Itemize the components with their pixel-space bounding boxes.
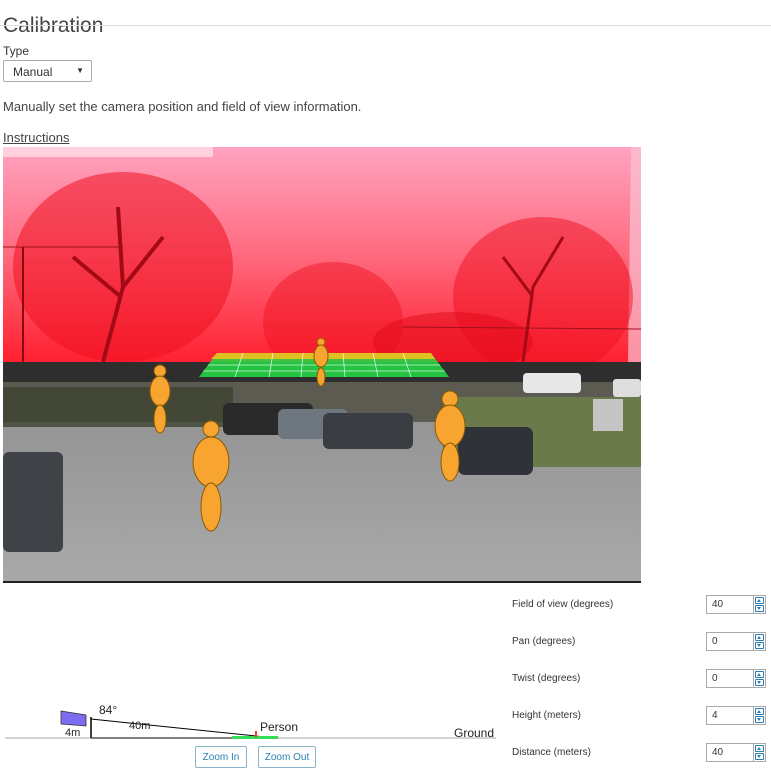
person-marker	[255, 731, 257, 737]
twist-input[interactable]	[706, 669, 753, 688]
ground-label: Ground	[454, 726, 494, 740]
distance-input[interactable]	[706, 743, 753, 762]
page-title: Calibration	[3, 14, 104, 38]
type-label: Type	[3, 44, 30, 58]
type-select[interactable]: Manual ▼	[3, 60, 92, 82]
height-increment-icon[interactable]	[755, 708, 764, 715]
pan-stepper[interactable]	[706, 632, 766, 651]
height-decrement-icon[interactable]	[755, 716, 764, 723]
fov-stepper[interactable]	[706, 595, 766, 614]
distance-label-field: Distance (meters)	[512, 747, 591, 758]
title-divider	[0, 25, 771, 26]
zoom-in-button[interactable]: Zoom In	[195, 746, 247, 768]
zoom-out-button[interactable]: Zoom Out	[258, 746, 316, 768]
fov-increment-icon[interactable]	[755, 597, 764, 604]
instructions-link[interactable]: Instructions	[3, 130, 69, 145]
view-line	[90, 718, 276, 739]
height-label: 4m	[65, 727, 80, 739]
twist-label: Twist (degrees)	[512, 673, 581, 684]
type-select-value: Manual	[13, 65, 53, 79]
height-input[interactable]	[706, 706, 753, 725]
distance-increment-icon[interactable]	[755, 745, 764, 752]
pan-increment-icon[interactable]	[755, 634, 764, 641]
twist-increment-icon[interactable]	[755, 671, 764, 678]
fov-label: Field of view (degrees)	[512, 599, 614, 610]
angle-label: 84°	[99, 703, 117, 717]
distance-decrement-icon[interactable]	[755, 753, 764, 760]
height-stepper[interactable]	[706, 706, 766, 725]
fov-decrement-icon[interactable]	[755, 605, 764, 612]
pan-decrement-icon[interactable]	[755, 642, 764, 649]
twist-stepper[interactable]	[706, 669, 766, 688]
camera-view-image	[3, 147, 641, 581]
pan-input[interactable]	[706, 632, 753, 651]
camera-view[interactable]	[3, 147, 641, 583]
fov-input[interactable]	[706, 595, 753, 614]
twist-decrement-icon[interactable]	[755, 679, 764, 686]
pan-label: Pan (degrees)	[512, 636, 576, 647]
calibration-description: Manually set the camera position and fie…	[3, 99, 362, 114]
person-label: Person	[260, 720, 298, 734]
chevron-down-icon: ▼	[76, 66, 84, 75]
distance-stepper[interactable]	[706, 743, 766, 762]
camera-icon	[60, 710, 87, 727]
height-label-field: Height (meters)	[512, 710, 581, 721]
distance-label: 40m	[129, 720, 150, 732]
side-view-diagram: 84° 4m 40m Person Ground	[0, 700, 500, 748]
